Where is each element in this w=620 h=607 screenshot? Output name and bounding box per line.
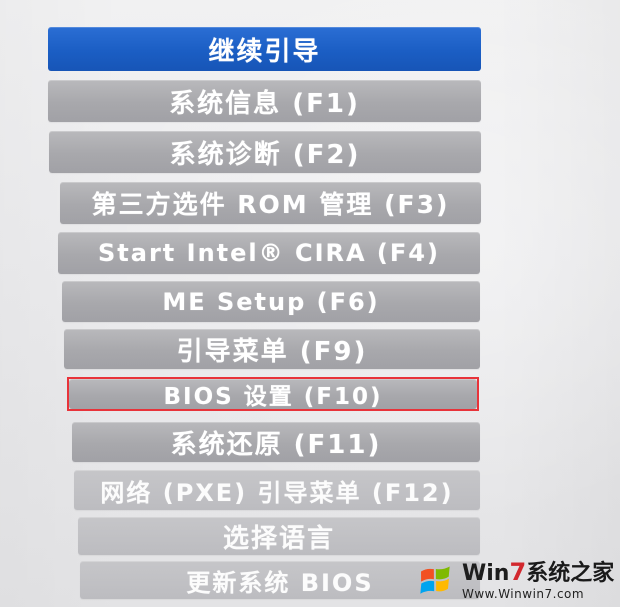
bios-screen: 继续引导 系统信息 (F1) 系统诊断 (F2) 第三方选件 ROM 管理 (F… [0, 0, 620, 607]
menu-item-system-recovery[interactable]: 系统还原 (F11) [72, 422, 480, 462]
menu-item-label: Start Intel® CIRA (F4) [98, 239, 440, 267]
menu-item-label: 系统还原 (F11) [170, 429, 382, 460]
menu-item-boot-menu[interactable]: 引导菜单 (F9) [64, 329, 480, 369]
watermark: Win7系统之家 Www.Winwin7.com [416, 555, 616, 605]
menu-item-continue-boot[interactable]: 继续引导 [48, 27, 481, 71]
menu-item-label: 继续引导 [208, 36, 321, 67]
menu-item-label: ME Setup (F6) [162, 287, 380, 316]
boot-menu: 继续引导 系统信息 (F1) 系统诊断 (F2) 第三方选件 ROM 管理 (F… [0, 0, 620, 607]
watermark-brand: Win7系统之家 [462, 558, 615, 586]
menu-item-label: 更新系统 BIOS [186, 568, 374, 597]
watermark-text: Win7系统之家 Www.Winwin7.com [462, 560, 614, 600]
menu-item-network-boot[interactable]: 网络 (PXE) 引导菜单 (F12) [74, 470, 480, 510]
menu-item-system-info[interactable]: 系统信息 (F1) [48, 80, 481, 122]
menu-item-intel-cira[interactable]: Start Intel® CIRA (F4) [58, 232, 480, 274]
menu-item-option-rom-management[interactable]: 第三方选件 ROM 管理 (F3) [60, 182, 481, 224]
windows-logo-icon [420, 566, 450, 594]
menu-item-label: 系统诊断 (F2) [169, 139, 361, 170]
menu-item-select-language[interactable]: 选择语言 [78, 517, 480, 555]
menu-item-label: 系统信息 (F1) [169, 88, 360, 119]
menu-item-label: BIOS 设置 (F10) [163, 384, 383, 410]
menu-item-system-diagnostics[interactable]: 系统诊断 (F2) [49, 131, 481, 173]
menu-item-me-setup[interactable]: ME Setup (F6) [62, 281, 480, 322]
menu-item-label: 引导菜单 (F9) [176, 336, 368, 367]
menu-item-label: 第三方选件 ROM 管理 (F3) [91, 190, 450, 219]
menu-item-bios-setup[interactable]: BIOS 设置 (F10) [69, 379, 477, 410]
menu-item-label: 网络 (PXE) 引导菜单 (F12) [100, 478, 454, 507]
watermark-url: Www.Winwin7.com [462, 587, 585, 601]
menu-item-label: 选择语言 [222, 523, 335, 554]
